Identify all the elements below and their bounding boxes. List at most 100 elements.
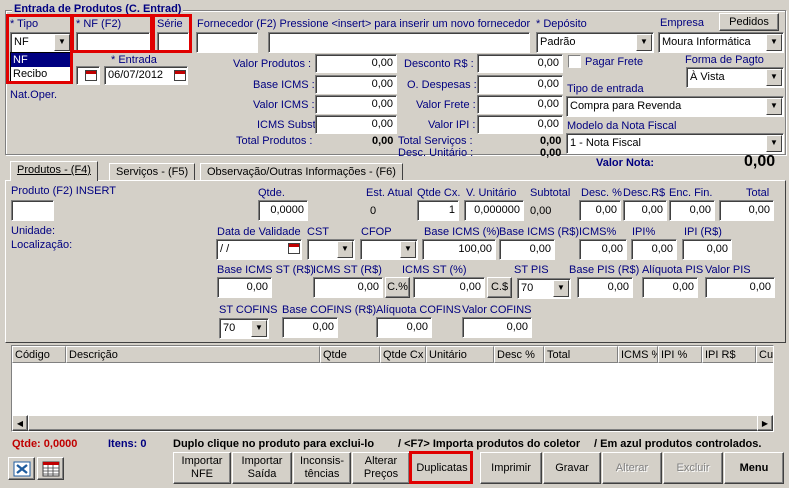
fornecedor-code-input[interactable] [196,32,258,53]
valor-icms-field[interactable]: 0,00 [315,95,397,114]
desc-rs-input[interactable]: 0,00 [623,200,667,221]
aliq-pis-input[interactable]: 0,00 [642,277,698,298]
excel-export-button[interactable] [8,457,35,480]
tipo-option-nf[interactable]: NF [11,53,71,67]
valor-frete-field[interactable]: 0,00 [477,95,563,114]
ipi-rs-input[interactable]: 0,00 [682,239,732,260]
desconto-field[interactable]: 0,00 [477,54,563,73]
alterar-precos-button[interactable]: Alterar Preços [352,452,410,484]
base-icms-st-input[interactable]: 0,00 [217,277,272,298]
pagar-frete-label: Pagar Frete [585,56,644,68]
calendar-icon[interactable] [174,70,186,81]
chevron-down-icon[interactable]: ▼ [400,241,416,258]
total-input[interactable]: 0,00 [719,200,774,221]
est-atual-value: 0 [370,205,377,217]
calendar-icon[interactable] [85,70,97,81]
deposito-select[interactable]: Padrão ▼ [536,32,654,53]
v-unitario-input[interactable]: 0,000000 [464,200,524,221]
enc-fin-input[interactable]: 0,00 [669,200,715,221]
pagar-frete-checkbox[interactable] [568,55,581,68]
tipo-entrada-select[interactable]: Compra para Revenda ▼ [566,96,784,117]
grid-header-ipi-rs[interactable]: IPI R$ [702,346,756,363]
grid-header-cu[interactable]: Cu [756,346,773,363]
icms-pct-input[interactable]: 0,00 [579,239,627,260]
aliq-cofins-input[interactable]: 0,00 [376,317,432,338]
valor-ipi-field[interactable]: 0,00 [477,115,563,134]
tab-servicos[interactable]: Serviços - (F5) [109,163,196,181]
icms-st-rs-input[interactable]: 0,00 [313,277,383,298]
grid-header-icms-pct[interactable]: ICMS % [618,346,658,363]
products-grid[interactable]: Código Descrição Qtde Qtde Cx Unitário D… [11,345,774,432]
tipo-option-recibo[interactable]: Recibo [11,67,71,81]
chevron-down-icon[interactable]: ▼ [337,241,353,258]
grid-header-ipi-pct[interactable]: IPI % [658,346,702,363]
st-pis-select[interactable]: 70 ▼ [517,278,571,299]
chevron-down-icon[interactable]: ▼ [553,280,569,297]
produto-input[interactable] [11,200,54,221]
desc-pct-input[interactable]: 0,00 [579,200,621,221]
ipi-pct-input[interactable]: 0,00 [631,239,677,260]
scroll-left-icon[interactable]: ◀ [12,415,28,431]
grid-header-unitario[interactable]: Unitário [426,346,494,363]
grid-header-descricao[interactable]: Descrição [66,346,320,363]
base-pis-input[interactable]: 0,00 [577,277,633,298]
base-icms-field[interactable]: 0,00 [315,75,397,94]
total-servicos-label: Total Serviços : [398,135,473,147]
valor-pis-input[interactable]: 0,00 [705,277,775,298]
chevron-down-icon[interactable]: ▼ [766,135,782,152]
chevron-down-icon[interactable]: ▼ [54,34,70,51]
chevron-down-icon[interactable]: ▼ [766,69,782,86]
scroll-thumb[interactable] [28,415,760,431]
nf-input[interactable] [76,32,150,53]
icms-st-pct-input[interactable]: 0,00 [413,277,485,298]
importar-nfe-button[interactable]: Importar NFE [173,452,231,484]
tab-observacao[interactable]: Observação/Outras Informações - (F6) [200,163,403,181]
importar-saida-button[interactable]: Importar Saída [232,452,292,484]
chevron-down-icon[interactable]: ▼ [766,98,782,115]
valor-cofins-input[interactable]: 0,00 [462,317,532,338]
pedidos-button[interactable]: Pedidos [719,13,779,31]
qtde-cx-input[interactable]: 1 [417,200,459,221]
serie-input[interactable] [157,32,189,53]
calendar-icon[interactable] [288,243,300,254]
tab-produtos[interactable]: Produtos - (F4) [10,161,98,181]
menu-button[interactable]: Menu [724,452,784,484]
grid-header-codigo[interactable]: Código [12,346,66,363]
st-cofins-select[interactable]: 70 ▼ [219,318,269,339]
icms-st-calc-pct-button[interactable]: C.% [385,277,410,298]
cfop-select[interactable]: ▼ [360,239,418,260]
base-icms-pct-input[interactable]: 100,00 [422,239,496,260]
inconsistencias-button[interactable]: Inconsis- tências [293,452,351,484]
enc-fin-label: Enc. Fin. [669,187,713,199]
imprimir-button[interactable]: Imprimir [480,452,542,484]
fornecedor-name-input[interactable] [268,32,530,53]
grid-header-qtde-cx[interactable]: Qtde Cx [380,346,426,363]
chevron-down-icon[interactable]: ▼ [251,320,267,337]
chevron-down-icon[interactable]: ▼ [766,34,782,51]
duplicatas-button[interactable]: Duplicatas [411,452,473,484]
tipo-select[interactable]: NF ▼ [10,32,72,53]
icms-subst-field[interactable]: 0,00 [315,115,397,134]
o-despesas-field[interactable]: 0,00 [477,75,563,94]
spreadsheet-button[interactable] [37,457,64,480]
chevron-down-icon[interactable]: ▼ [636,34,652,51]
tipo-label: * Tipo [10,18,39,30]
forma-pagto-select[interactable]: À Vista ▼ [686,67,784,88]
total-servicos-value: 0,00 [540,135,562,147]
icms-st-calc-rs-button[interactable]: C.$ [487,277,512,298]
grid-header-qtde[interactable]: Qtde [320,346,380,363]
grid-header-desc-pct[interactable]: Desc % [494,346,544,363]
modelo-nf-select[interactable]: 1 - Nota Fiscal ▼ [566,133,784,154]
grid-header-total[interactable]: Total [544,346,618,363]
cst-select[interactable]: ▼ [307,239,355,260]
empresa-select[interactable]: Moura Informática ▼ [658,32,784,53]
excluir-button[interactable]: Excluir [663,452,723,484]
horizontal-scrollbar[interactable]: ◀ ▶ [12,415,773,431]
scroll-right-icon[interactable]: ▶ [757,415,773,431]
base-icms-rs-input[interactable]: 0,00 [499,239,555,260]
valor-produtos-field[interactable]: 0,00 [315,54,397,73]
qtde-input[interactable]: 0,0000 [258,200,308,221]
base-cofins-input[interactable]: 0,00 [282,317,338,338]
gravar-button[interactable]: Gravar [543,452,601,484]
alterar-button[interactable]: Alterar [602,452,662,484]
